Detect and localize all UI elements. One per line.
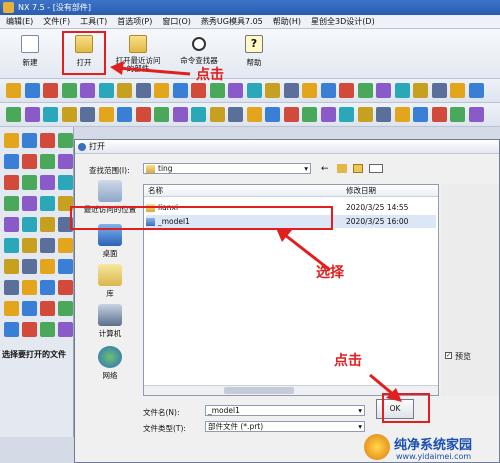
annotation-click-open: 点击: [196, 67, 224, 83]
watermark-title: 纯净系统家园: [394, 438, 473, 453]
arrow-to-open: [117, 66, 191, 76]
watermark-logo-icon: [364, 434, 390, 460]
annotation-click-ok: 点击: [334, 353, 362, 369]
watermark-url: www.yidaimei.com: [396, 452, 472, 461]
annotation-arrows: [110, 61, 402, 402]
arrow-head-open: [110, 61, 124, 75]
arrow-to-ok: [369, 373, 395, 397]
watermark: 纯净系统家园 www.yidaimei.com: [362, 432, 500, 463]
annotation-select: 选择: [316, 265, 344, 281]
